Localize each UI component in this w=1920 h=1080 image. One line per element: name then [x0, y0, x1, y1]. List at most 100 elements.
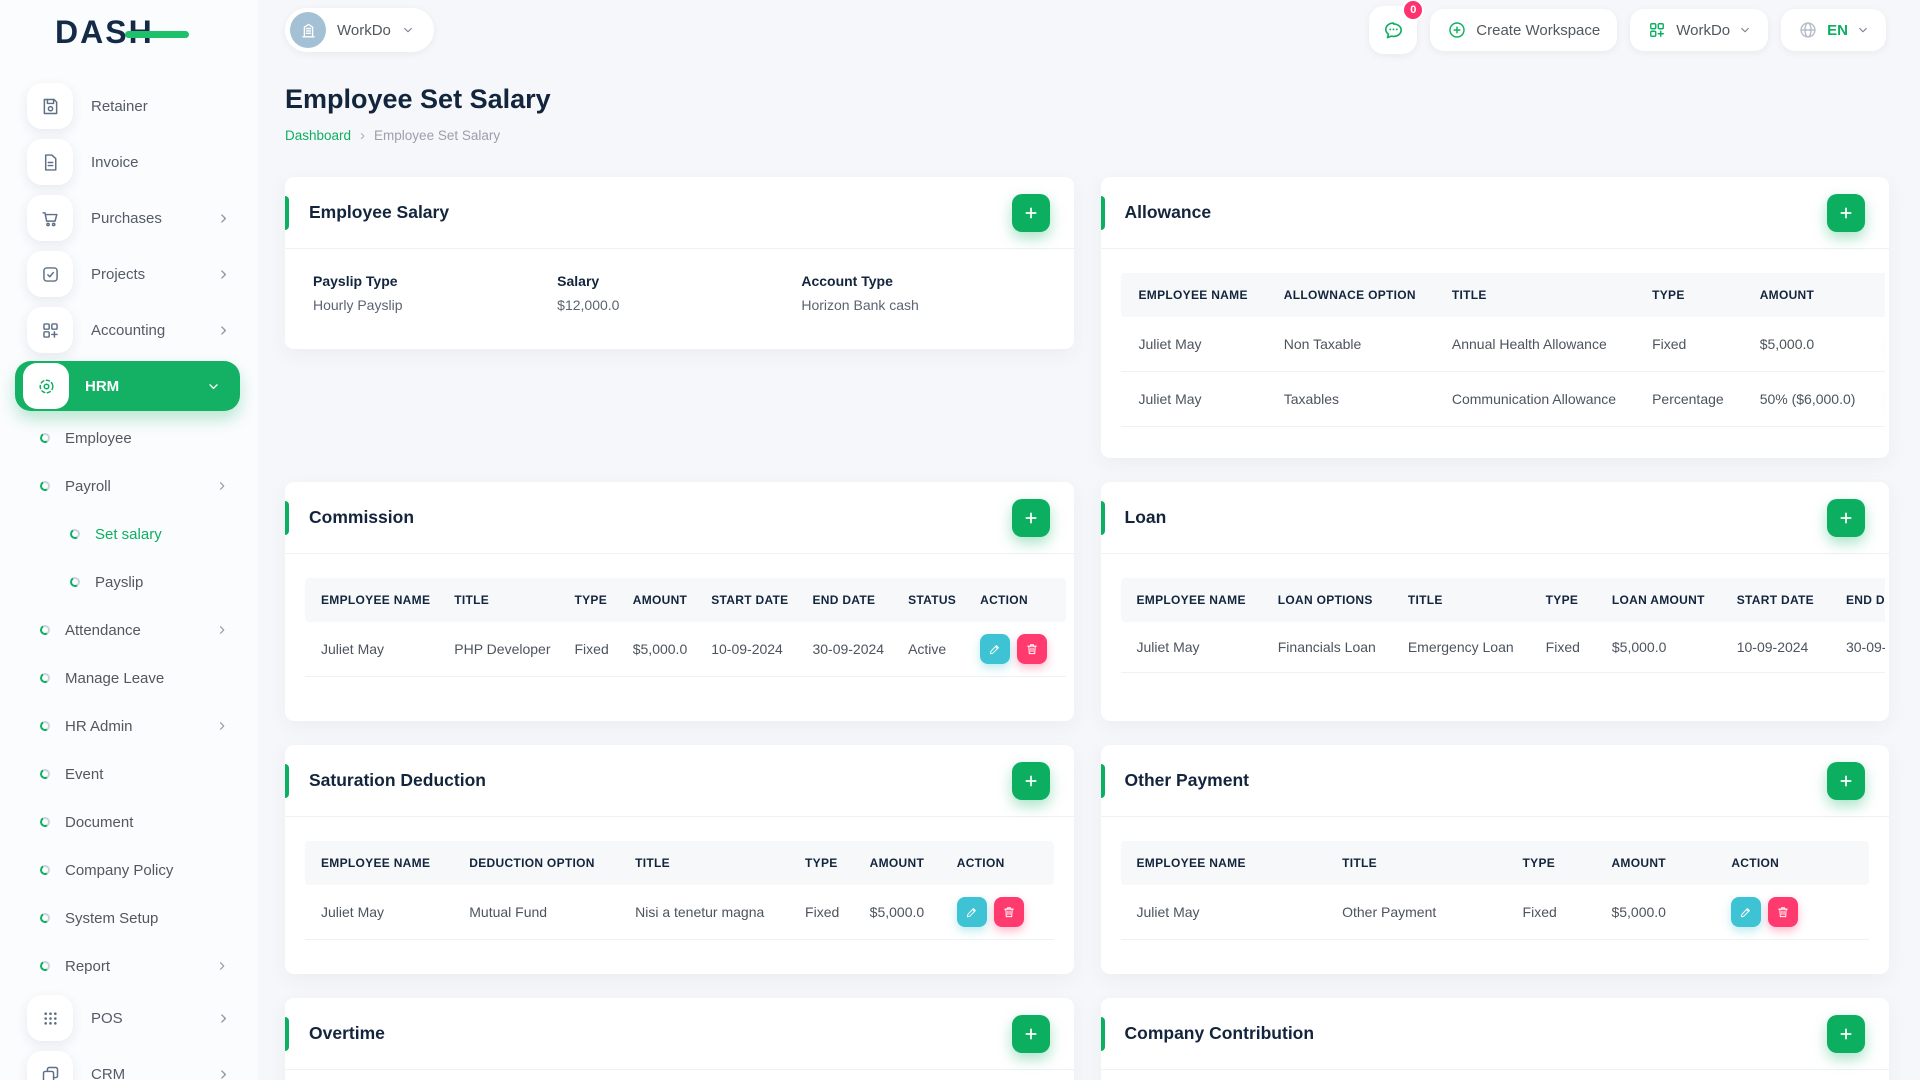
bullet-icon [38, 431, 52, 445]
bullet-icon [38, 671, 52, 685]
sidebar-item-label: Payslip [95, 573, 144, 591]
plus-icon [1023, 205, 1039, 221]
card-accent-bar [285, 764, 289, 798]
table-cell: $5,000.0 [1741, 317, 1874, 372]
sidebar-item-system-setup[interactable]: System Setup [0, 894, 258, 942]
sidebar-item-set-salary[interactable]: Set salary [0, 510, 258, 558]
other-payment-table: EMPLOYEE NAME TITLE TYPE AMOUNT ACTION Juliet… [1120, 841, 1869, 940]
table-header-row: EMPLOYEE NAME DEDUCTION OPTION TITLE TYPE AM… [305, 841, 1054, 885]
column-header: EMPLOYEE NAME [305, 841, 458, 885]
card-accent-bar [1100, 1017, 1105, 1051]
sidebar-item-invoice[interactable]: Invoice [0, 134, 258, 190]
column-header: TYPE [1510, 841, 1600, 885]
sidebar-item-pos[interactable]: POS [0, 990, 258, 1046]
add-commission-button[interactable] [1011, 498, 1050, 537]
sidebar-item-hr-admin[interactable]: HR Admin [0, 702, 258, 750]
commission-table: EMPLOYEE NAME TITLE TYPE AMOUNT START DATE EN… [305, 578, 1067, 677]
card-title: Commission [309, 507, 415, 527]
edit-button[interactable] [1731, 897, 1762, 927]
sidebar-item-crm[interactable]: CRM [0, 1046, 258, 1080]
table-cell: 30-09-2024 [1829, 622, 1885, 673]
sidebar-item-label: Retainer [91, 97, 148, 115]
chevron-right-icon [216, 624, 228, 636]
card-header: Loan [1100, 482, 1889, 554]
add-company-contribution-button[interactable] [1827, 1014, 1865, 1053]
delete-button[interactable] [1768, 897, 1799, 927]
pencil-icon [965, 905, 979, 919]
sidebar-item-payroll[interactable]: Payroll [0, 462, 258, 510]
sidebar-icon-box [27, 251, 73, 297]
sidebar-item-label: Payroll [65, 477, 111, 495]
table-cell: PHP Developer [442, 622, 563, 677]
sidebar-item-document[interactable]: Document [0, 798, 258, 846]
sidebar-item-label: Projects [91, 265, 146, 283]
data-table: EMPLOYEE NAME DEDUCTION OPTION TITLE TYPE AM… [305, 841, 1054, 940]
plus-icon [1023, 510, 1039, 526]
sidebar-icon-box [27, 307, 73, 353]
trash-icon [1776, 905, 1790, 919]
add-overtime-button[interactable] [1011, 1014, 1050, 1053]
breadcrumb: Dashboard › Employee Set Salary [285, 128, 1889, 143]
chevron-right-icon [217, 1068, 230, 1080]
column-header: START DATE [699, 578, 801, 622]
sidebar-item-accounting[interactable]: Accounting [0, 302, 258, 358]
field-account-type: Account Type Horizon Bank cash [801, 273, 1045, 313]
sidebar-item-manage-leave[interactable]: Manage Leave [0, 654, 258, 702]
sidebar-icon-box [27, 1051, 73, 1080]
add-other-payment-button[interactable] [1827, 761, 1865, 800]
plus-icon [1023, 1026, 1039, 1042]
chevron-right-icon [217, 268, 230, 281]
delete-button[interactable] [993, 897, 1024, 927]
column-header: TYPE [1634, 273, 1742, 317]
column-header: TITLE [1433, 273, 1635, 317]
add-allowance-button[interactable] [1827, 193, 1865, 232]
edit-button[interactable] [980, 634, 1011, 664]
table-cell: Annual Health Allowance [1433, 317, 1635, 372]
field-label: Account Type [801, 273, 893, 289]
chevron-down-icon [207, 380, 220, 393]
row-actions [1873, 317, 1885, 372]
table-cell: Emergency Loan [1391, 622, 1530, 673]
add-loan-button[interactable] [1827, 498, 1865, 537]
plus-icon [1023, 773, 1039, 789]
field-payslip-type: Payslip Type Hourly Payslip [313, 273, 557, 313]
column-header: AMOUNT [857, 841, 945, 885]
sidebar-item-hrm[interactable]: HRM [15, 361, 240, 411]
card-accent-bar [1100, 501, 1105, 535]
loan-table: EMPLOYEE NAME LOAN OPTIONS TITLE TYPE LOAN A… [1120, 578, 1885, 673]
column-header: STATUS [896, 578, 969, 622]
edit-button[interactable] [956, 897, 987, 927]
sidebar-item-payslip[interactable]: Payslip [0, 558, 258, 606]
table-cell: Juliet May [1120, 885, 1331, 940]
invoice-icon [40, 152, 61, 173]
sidebar-item-company-policy[interactable]: Company Policy [0, 846, 258, 894]
accounting-icon [40, 320, 61, 341]
sidebar-item-attendance[interactable]: Attendance [0, 606, 258, 654]
row-actions [968, 622, 1067, 677]
table-cell: Fixed [793, 885, 858, 940]
table-cell: $5,000.0 [1599, 885, 1720, 940]
column-header: AMOUNT [1741, 273, 1874, 317]
sidebar-item-employee[interactable]: Employee [0, 414, 258, 462]
card-accent-bar [285, 196, 289, 230]
sidebar-item-purchases[interactable]: Purchases [0, 190, 258, 246]
sidebar-icon-box [23, 363, 69, 409]
sidebar-item-label: Report [65, 957, 111, 975]
add-saturation-deduction-button[interactable] [1011, 761, 1050, 800]
trash-icon [1025, 642, 1039, 656]
add-employee-salary-button[interactable] [1011, 193, 1050, 232]
sidebar-item-report[interactable]: Report [0, 942, 258, 990]
table-row: Juliet May Financials Loan Emergency Loan F… [1120, 622, 1885, 673]
chevron-right-icon [216, 480, 228, 492]
card-header: Other Payment [1100, 745, 1889, 817]
sidebar-item-event[interactable]: Event [0, 750, 258, 798]
data-table: EMPLOYEE NAME TITLE TYPE AMOUNT ACTION Juliet… [1120, 841, 1869, 940]
sidebar-item-projects[interactable]: Projects [0, 246, 258, 302]
chevron-right-icon [217, 212, 230, 225]
breadcrumb-dashboard-link[interactable]: Dashboard [285, 128, 351, 143]
delete-button[interactable] [1017, 634, 1048, 664]
table-cell: Taxables [1265, 371, 1434, 427]
sidebar-item-retainer[interactable]: Retainer [0, 78, 258, 134]
cards-grid: Employee Salary Payslip Type Hourly Paysl… [285, 177, 1889, 1080]
column-header: ACTION [1719, 841, 1869, 885]
